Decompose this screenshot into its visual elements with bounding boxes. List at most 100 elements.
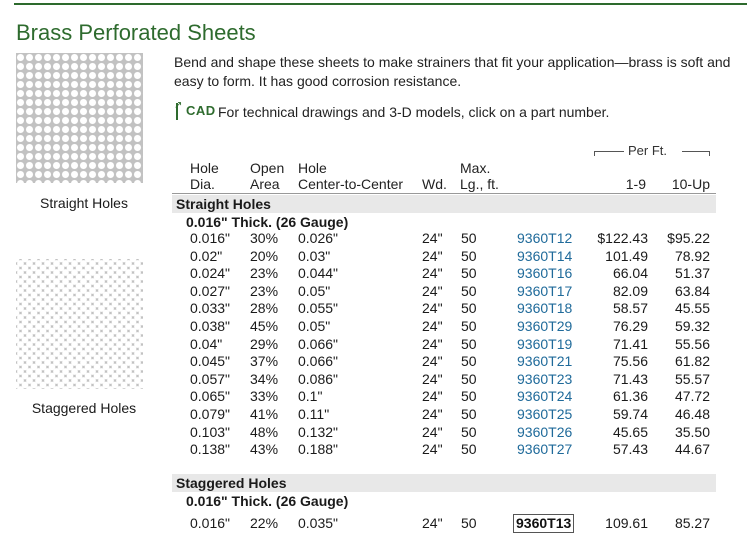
table-row: 0.016" 30% 0.026" 24" 50 9360T12 $122.43 $95.22 [172,230,716,248]
price-10-up-cell: 46.48 [674,406,710,422]
part-number-link[interactable]: 9360T26 [517,424,572,441]
cad-icon-text: CAD [186,103,216,118]
header-divider [172,193,716,194]
hole-dia-cell: 0.033" [190,300,231,317]
center-to-center-cell: 0.026" [298,230,339,246]
part-number-link[interactable]: 9360T16 [517,265,572,282]
staggered-thickness-heading: 0.016" Thick. (26 Gauge) [186,493,349,509]
open-area-cell: 22% [250,515,279,531]
open-area-cell: 34% [250,370,279,387]
price-10-up-cell: 45.55 [674,300,710,317]
center-to-center-cell: 0.066" [298,335,339,352]
price-1-9-cell: 59.74 [612,406,648,422]
hole-dia-cell: 0.045" [190,353,231,370]
header-width: Wd. [422,176,447,192]
max-length-cell: 50 [461,335,477,352]
max-length-cell: 50 [461,423,477,440]
price-1-9-cell: 58.57 [612,300,648,317]
hole-dia-cell: 0.016" [190,515,231,531]
per-ft-label: Per Ft. [628,143,668,158]
max-length-cell: 50 [461,230,477,246]
table-row: 0.038" 45% 0.05" 24" 50 9360T29 76.29 59.32 [172,318,716,336]
max-length-cell: 50 [461,353,477,370]
part-number-link[interactable]: 9360T13 [513,514,575,533]
price-1-9-cell: 109.61 [605,515,648,531]
max-length-cell: 50 [461,265,477,282]
open-area-cell: 23% [250,282,279,299]
price-1-9-cell: 75.56 [612,353,648,370]
table-row: 0.138" 43% 0.188" 24" 50 9360T27 57.43 44.67 [172,441,716,459]
center-to-center-cell: 0.055" [298,300,339,317]
table-row: 0.045" 37% 0.066" 24" 50 9360T21 75.56 61.82 [172,353,716,371]
price-1-9-cell: 71.43 [612,370,648,387]
price-1-9-cell: 82.09 [612,282,648,299]
width-cell: 24" [422,388,443,405]
hole-dia-cell: 0.065" [190,388,231,405]
open-area-cell: 20% [250,247,279,264]
table-row: 0.02" 20% 0.03" 24" 50 9360T14 101.49 78.92 [172,248,716,266]
hole-dia-cell: 0.038" [190,318,231,334]
max-length-cell: 50 [461,282,477,299]
price-10-up-cell: 63.84 [674,282,710,299]
part-number-link[interactable]: 9360T17 [517,283,572,300]
part-number-link[interactable]: 9360T24 [517,388,572,405]
price-10-up-cell: 59.32 [674,318,710,334]
header-max-length: Max. Lg., ft. [460,160,499,192]
straight-holes-label: Straight Holes [40,195,128,211]
part-number-link[interactable]: 9360T18 [517,300,572,317]
width-cell: 24" [422,282,443,299]
max-length-cell: 50 [461,370,477,387]
open-area-cell: 48% [250,423,279,440]
max-length-cell: 50 [461,300,477,317]
part-number-link[interactable]: 9360T27 [517,441,572,458]
page-title: Brass Perforated Sheets [16,20,256,45]
open-area-cell: 37% [250,353,279,370]
product-description: Bend and shape these sheets to make stra… [174,54,731,89]
part-number-link[interactable]: 9360T19 [517,336,572,353]
open-area-cell: 30% [250,230,279,246]
part-number-link[interactable]: 9360T25 [517,406,572,423]
center-to-center-cell: 0.05" [298,318,331,334]
part-number-link[interactable]: 9360T23 [517,371,572,388]
part-number-link[interactable]: 9360T12 [517,230,572,247]
width-cell: 24" [422,423,443,440]
price-10-up-cell: 44.67 [674,441,710,458]
price-1-9-cell: 66.04 [612,265,648,282]
straight-thickness-heading: 0.016" Thick. (26 Gauge) [186,214,349,230]
center-to-center-cell: 0.188" [298,441,339,458]
open-area-cell: 43% [250,441,279,458]
price-10-up-cell: 51.37 [674,265,710,282]
price-1-9-cell: 45.65 [612,423,648,440]
table-row: 0.103" 48% 0.132" 24" 50 9360T26 45.65 35.50 [172,424,716,442]
max-length-cell: 50 [461,406,477,422]
center-to-center-cell: 0.11" [298,406,330,422]
table-row: 0.04" 29% 0.066" 24" 50 9360T19 71.41 55.56 [172,336,716,354]
price-1-9-cell: 61.36 [612,388,648,405]
price-10-up-cell: 78.92 [674,247,710,264]
table-row: 0.057" 34% 0.086" 24" 50 9360T23 71.43 55.57 [172,371,716,389]
max-length-cell: 50 [461,318,477,334]
section-staggered-holes: Staggered Holes [172,474,716,492]
center-to-center-cell: 0.1" [298,388,323,405]
width-cell: 24" [422,300,443,317]
price-1-9-cell: 57.43 [612,441,648,458]
center-to-center-cell: 0.035" [298,515,339,531]
price-10-up-cell: 85.27 [674,515,710,531]
open-area-cell: 41% [250,406,279,422]
open-area-cell: 23% [250,265,279,282]
width-cell: 24" [422,441,443,458]
part-number-link[interactable]: 9360T29 [517,318,572,335]
part-number-link[interactable]: 9360T21 [517,353,572,370]
hole-dia-cell: 0.027" [190,282,231,299]
width-cell: 24" [422,247,443,264]
width-cell: 24" [422,230,443,246]
price-1-9-cell: 71.41 [612,335,648,352]
header-price-1-9: 1-9 [625,176,646,192]
part-number-link[interactable]: 9360T14 [517,248,572,265]
price-10-up-cell: 61.82 [674,353,710,370]
hole-dia-cell: 0.024" [190,265,231,282]
header-hole-dia: Hole Dia. [190,160,219,192]
center-to-center-cell: 0.066" [298,353,339,370]
width-cell: 24" [422,265,443,282]
cad-icon: ↗ CAD [174,100,216,120]
